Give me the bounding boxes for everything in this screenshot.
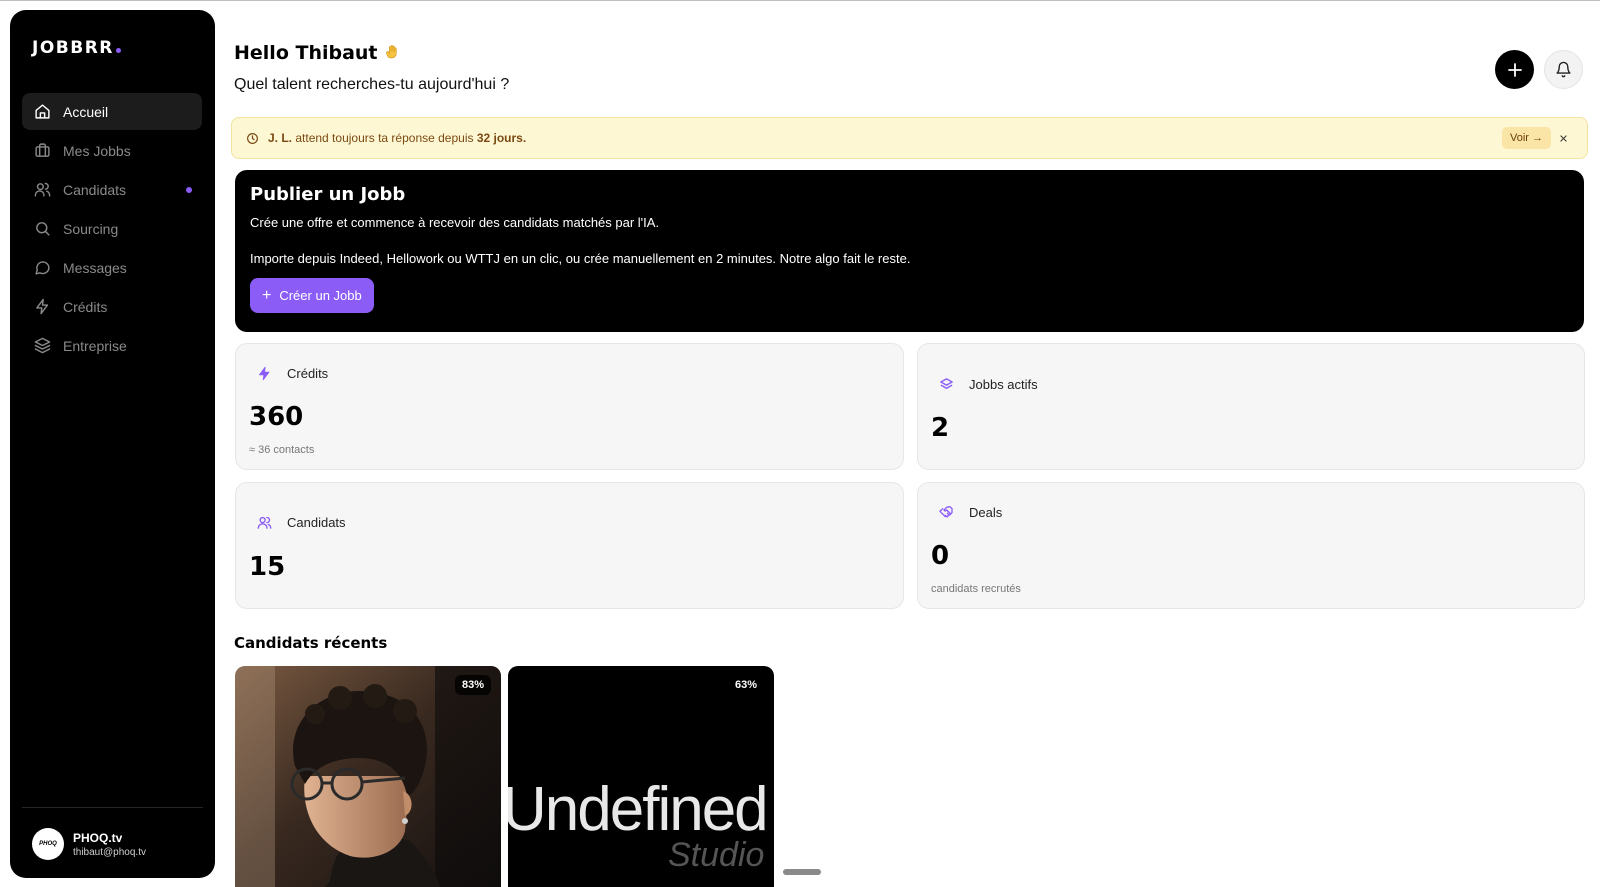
close-icon [1560,134,1567,142]
credits-value: 360 [249,402,304,432]
card-label: Candidats [287,514,346,530]
users-icon [257,516,271,529]
sidebar-item-sourcing[interactable]: Sourcing [22,210,202,247]
match-score-badge: 63% [727,675,764,695]
account-email: thibaut@phoq.tv [73,846,146,858]
alert-view-button[interactable]: Voir → [1501,127,1551,149]
plus-icon [1507,62,1522,77]
reminder-alert: J. L. attend toujours ta réponse depuis … [231,117,1588,159]
candidate-image-subtext: Studio [668,836,765,874]
card-header: Crédits [249,358,328,388]
alert-text: attend toujours ta réponse depuis [295,131,474,145]
card-header: Jobbs actifs [931,369,1038,399]
account-switcher[interactable]: PHOQ PHOQ.tv thibaut@phoq.tv [32,828,146,860]
jobbs-value: 2 [931,413,950,443]
stat-card-deals[interactable]: Deals 0 candidats recrutés [917,482,1585,609]
bolt-icon [258,366,269,380]
hero-import-description: Importe depuis Indeed, Hellowork ou WTTJ… [250,251,911,266]
card-label: Jobbs actifs [969,376,1038,392]
sidebar-item-label: Messages [63,259,127,276]
notification-dot [186,187,192,193]
message-icon [35,261,50,275]
sidebar-item-credits[interactable]: Crédits [22,288,202,325]
create-jobb-label: Créer un Jobb [279,288,362,303]
sidebar-item-label: Entreprise [63,337,127,354]
sidebar-item-messages[interactable]: Messages [22,249,202,286]
handshake-icon [939,506,953,518]
sidebar-item-entreprise[interactable]: Entreprise [22,327,202,364]
deals-sub: candidats recrutés [931,583,1021,595]
hero-title: Publier un Jobb [250,184,406,205]
alert-candidate-name: J. L. [268,131,293,145]
candidats-value: 15 [249,552,286,582]
page-subtitle: Quel talent recherches-tu aujourd'hui ? [234,76,510,93]
sidebar-item-label: Candidats [63,181,127,198]
deals-value: 0 [931,541,950,571]
add-button[interactable] [1495,50,1534,89]
alert-close-button[interactable] [1559,129,1577,147]
candidate-card[interactable]: 83% [235,666,501,887]
clock-icon [247,132,258,144]
logo-text: JOBBRR [32,38,114,58]
greeting-text: Hello Thibaut [234,42,378,64]
plus-icon: + [262,286,272,304]
logo-dot [115,48,121,53]
alert-message: J. L. attend toujours ta réponse depuis … [268,131,526,145]
candidate-image-text: Undefined [508,775,769,844]
waving-hand-icon [385,45,397,59]
card-icon-wrapper [931,369,961,399]
card-label: Crédits [287,365,329,381]
sidebar-item-accueil[interactable]: Accueil [22,93,202,130]
sidebar-item-candidats[interactable]: Candidats [22,171,202,208]
window-top-border [0,0,1600,1]
stat-card-jobbs-actifs[interactable]: Jobbs actifs 2 [917,343,1585,470]
search-icon [36,222,50,236]
card-icon-wrapper [249,507,279,537]
sidebar-item-label: Mes Jobbs [63,142,131,159]
publish-jobb-banner: Publier un Jobb Crée une offre et commen… [235,170,1584,332]
sidebar-divider [22,807,203,808]
briefcase-icon [35,143,50,157]
card-icon-wrapper [249,358,279,388]
sidebar-item-label: Accueil [63,103,109,120]
users-icon [34,182,51,197]
account-info: PHOQ.tv thibaut@phoq.tv [73,831,146,858]
create-jobb-button[interactable]: + Créer un Jobb [250,278,374,313]
candidate-card[interactable]: Undefined Studio 63% [508,666,774,887]
candidate-photo [235,666,501,887]
sidebar: JOBBRR Accueil Mes Jobbs Candidats Sourc… [10,10,215,878]
match-score-badge: 83% [454,675,491,695]
card-label: Deals [969,504,1003,520]
recent-candidates-title: Candidats récents [234,634,388,652]
scroll-handle[interactable] [783,869,821,875]
card-header: Deals [931,497,1002,527]
sidebar-nav: Accueil Mes Jobbs Candidats Sourcing Mes… [22,93,202,366]
account-name: PHOQ.tv [73,830,123,845]
stat-card-candidats[interactable]: Candidats 15 [235,482,904,609]
hero-description: Crée une offre et commence à recevoir de… [250,215,660,230]
card-icon-wrapper [931,497,961,527]
sidebar-item-mes-jobbs[interactable]: Mes Jobbs [22,132,202,169]
app-logo[interactable]: JOBBRR [32,38,121,58]
bolt-icon [36,298,49,315]
credits-sub: ≈ 36 contacts [249,444,315,456]
home-icon [35,104,50,119]
bell-icon [1556,61,1571,78]
sidebar-item-label: Sourcing [63,220,119,237]
notifications-button[interactable] [1544,50,1583,89]
layers-icon [34,337,51,354]
avatar: PHOQ [32,828,64,860]
stat-card-credits[interactable]: Crédits 360 ≈ 36 contacts [235,343,904,470]
page-title: Hello Thibaut [234,42,400,64]
layers-icon [939,377,953,389]
alert-days: 32 jours. [476,131,527,145]
card-header: Candidats [249,507,346,537]
sidebar-item-label: Crédits [63,298,108,315]
